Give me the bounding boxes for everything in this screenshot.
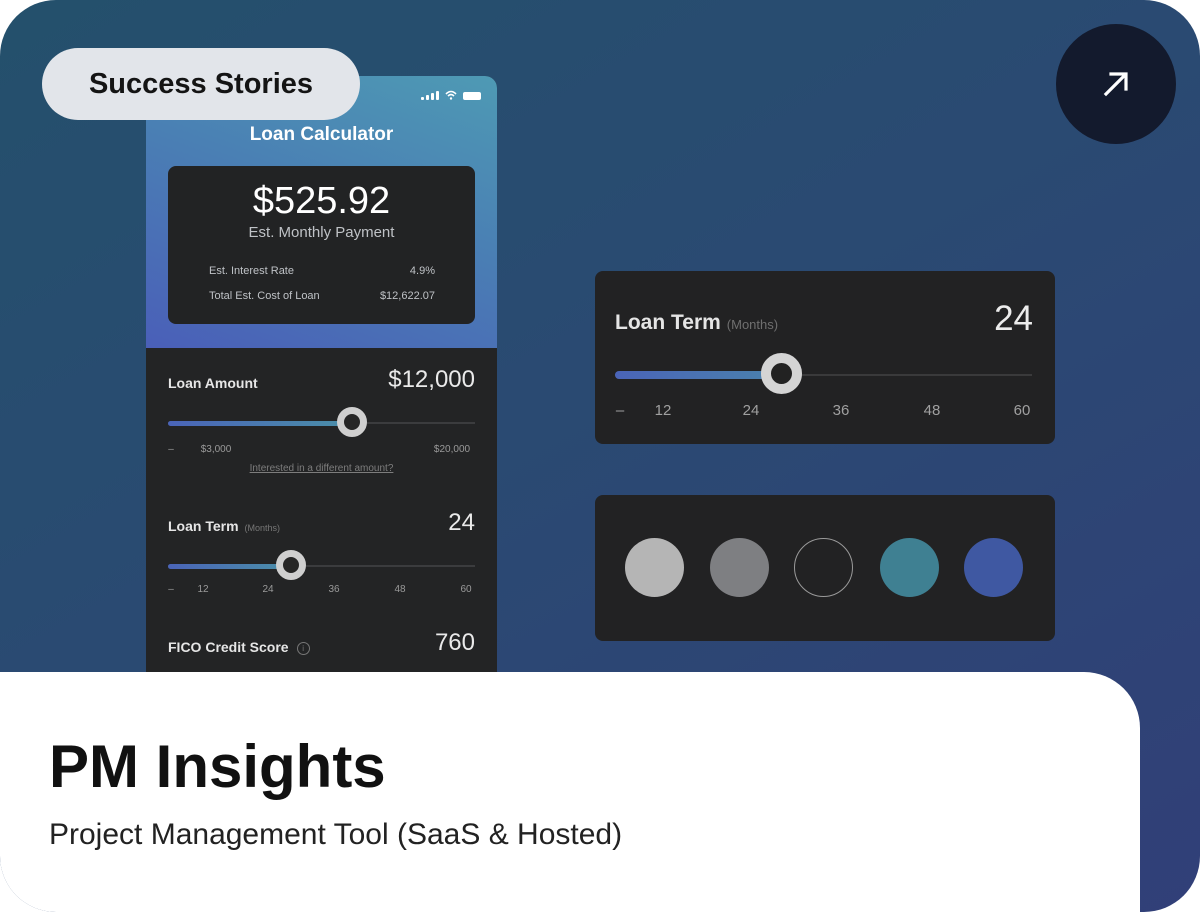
loan-term-label-text: Loan Term	[168, 518, 239, 534]
color-swatch	[710, 538, 769, 597]
loan-term-value: 24	[448, 509, 475, 536]
term-card-unit: (Months)	[726, 317, 779, 332]
loan-term-card: Loan Term (Months) 24 – 12 24 36 48 60	[595, 271, 1055, 444]
loan-term-unit: (Months)	[244, 523, 281, 533]
loan-amount-label: Loan Amount	[168, 375, 258, 391]
wifi-icon	[445, 90, 457, 100]
calculator-title: Loan Calculator	[249, 124, 394, 145]
term-card-label: Loan Term (Months)	[615, 311, 778, 335]
success-stories-badge: Success Stories	[42, 48, 360, 120]
term-card-value: 24	[994, 299, 1033, 338]
info-icon[interactable]: i	[296, 641, 310, 655]
tick-label: 48	[394, 584, 406, 595]
signal-icon	[421, 91, 439, 100]
loan-term-slider[interactable]	[168, 550, 475, 580]
loan-amount-slider[interactable]	[168, 407, 475, 437]
term-card-label-text: Loan Term	[615, 311, 721, 334]
open-story-button[interactable]	[1056, 24, 1176, 144]
term-card-fill	[615, 371, 782, 379]
story-subtitle: Project Management Tool (SaaS & Hosted)	[49, 818, 623, 851]
fico-value: 760	[434, 629, 475, 656]
tick-label: 60	[460, 584, 472, 595]
tick-label: 24	[262, 584, 274, 595]
arrow-up-right-icon	[1103, 72, 1128, 97]
story-title: PM Insights	[49, 733, 386, 800]
tick-label: $3,000	[200, 444, 232, 455]
fico-label: FICO Credit Score i	[168, 639, 310, 655]
tick-label: 48	[923, 402, 941, 419]
total-cost-label: Total Est. Cost of Loan	[209, 290, 320, 302]
interest-rate-label: Est. Interest Rate	[209, 265, 294, 277]
tick-label: –	[168, 444, 174, 455]
color-swatch	[794, 538, 853, 597]
status-bar	[421, 90, 481, 100]
tick-label: 36	[328, 584, 340, 595]
story-info-panel: PM Insights Project Management Tool (Saa…	[0, 672, 1140, 912]
tick-label: 36	[832, 402, 850, 419]
monthly-payment-amount: $525.92	[252, 180, 391, 222]
total-cost-row: Total Est. Cost of Loan $12,622.07	[209, 290, 435, 302]
tick-label: 24	[742, 402, 760, 419]
phone-mockup: Loan Calculator $525.92 Est. Monthly Pay…	[146, 76, 497, 696]
tick-label: –	[615, 402, 625, 419]
total-cost-value: $12,622.07	[379, 290, 435, 302]
loan-term-label: Loan Term (Months)	[168, 518, 280, 534]
loan-amount-slider-handle[interactable]	[337, 407, 368, 437]
success-story-card[interactable]: Loan Calculator $525.92 Est. Monthly Pay…	[0, 0, 1200, 912]
color-swatch	[964, 538, 1023, 597]
color-swatch	[625, 538, 684, 597]
term-card-slider[interactable]	[615, 353, 1032, 394]
loan-term-slider-handle[interactable]	[275, 550, 306, 580]
interest-rate-value: 4.9%	[409, 265, 435, 277]
term-card-slider-handle[interactable]	[761, 353, 803, 394]
loan-amount-value: $12,000	[388, 366, 475, 393]
tick-label: 60	[1013, 402, 1031, 419]
tick-label: –	[168, 584, 174, 595]
interest-rate-row: Est. Interest Rate 4.9%	[209, 265, 435, 277]
battery-icon	[463, 92, 481, 100]
fico-label-text: FICO Credit Score	[168, 639, 289, 655]
tick-label: $20,000	[433, 444, 471, 455]
loan-amount-fill	[168, 421, 353, 426]
tick-label: 12	[197, 584, 209, 595]
color-swatch	[880, 538, 939, 597]
loan-term-fill	[168, 564, 291, 569]
monthly-payment-label: Est. Monthly Payment	[248, 224, 395, 241]
payment-summary: $525.92 Est. Monthly Payment Est. Intere…	[168, 166, 475, 324]
color-swatch-card	[595, 495, 1055, 641]
different-amount-link[interactable]: Interested in a different amount?	[146, 463, 497, 474]
tick-label: 12	[654, 402, 672, 419]
